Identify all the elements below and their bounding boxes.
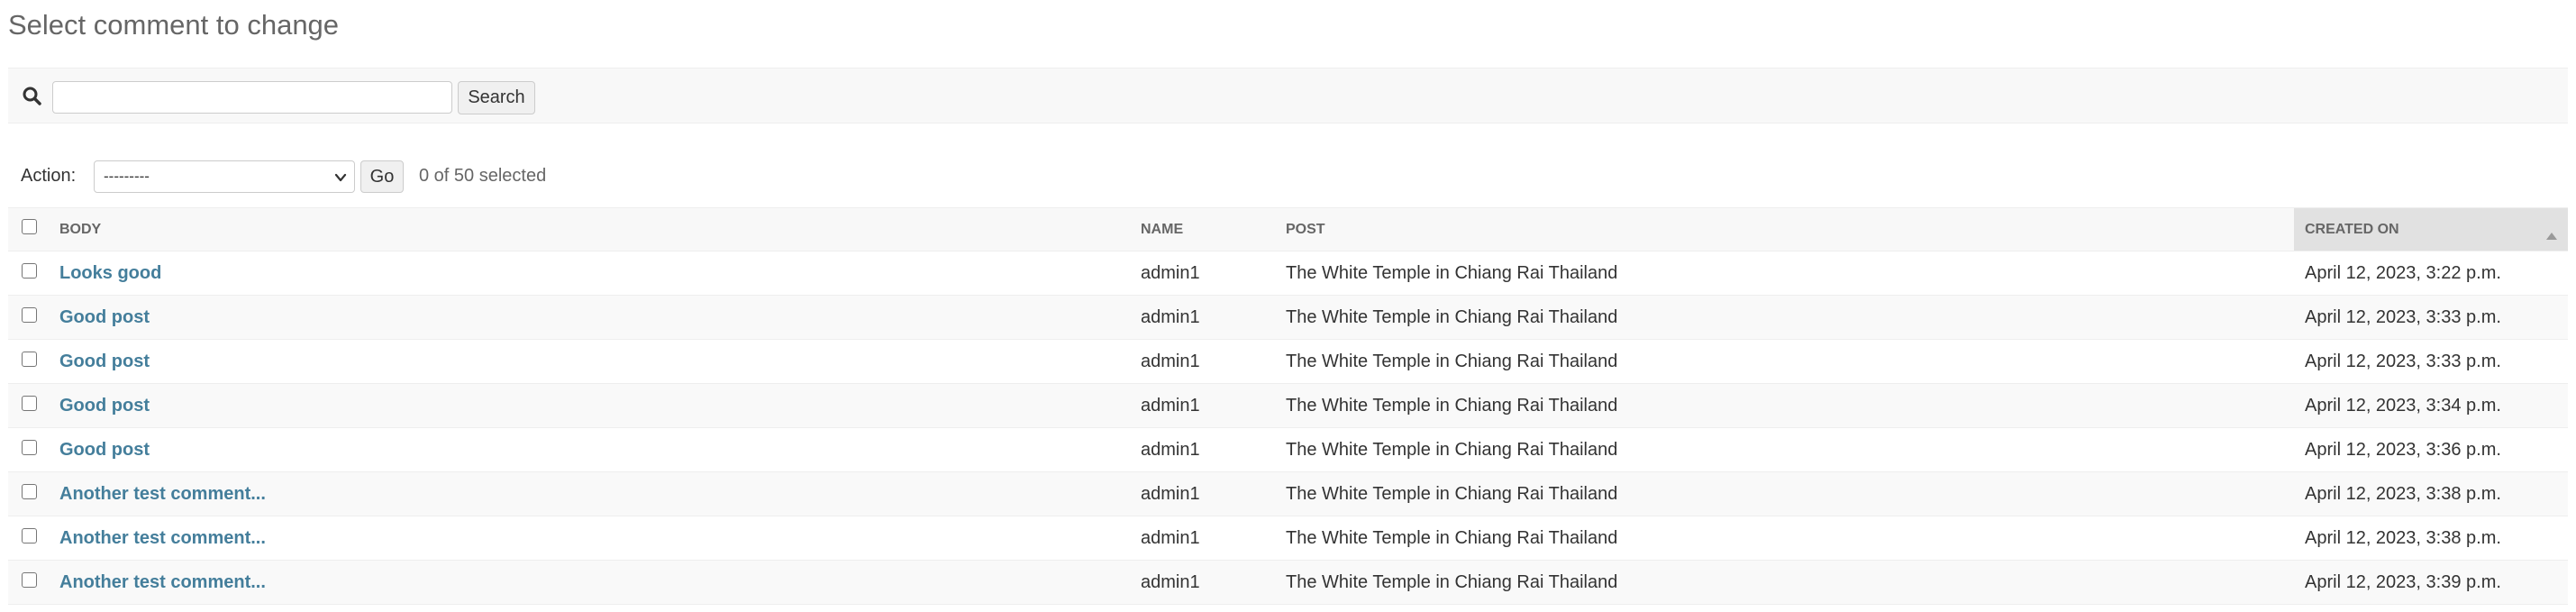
row-checkbox-cell (8, 471, 49, 516)
selection-counter: 0 of 50 selected (419, 166, 547, 186)
column-header-name-label: Name (1141, 221, 1184, 237)
created-on-cell: April 12, 2023, 3:38 p.m. (2294, 516, 2568, 561)
created-on-cell: April 12, 2023, 3:38 p.m. (2294, 471, 2568, 516)
column-header-post[interactable]: Post (1275, 207, 2294, 251)
go-button[interactable]: Go (360, 160, 404, 193)
name-cell: admin1 (1130, 339, 1275, 384)
post-cell: The White Temple in Chiang Rai Thailand (1275, 295, 2294, 340)
row-checkbox[interactable] (22, 262, 37, 279)
row-checkbox[interactable] (22, 527, 37, 543)
table-row: Good post admin1 The White Temple in Chi… (8, 427, 2568, 472)
body-cell: Another test comment... (49, 516, 1130, 561)
row-checkbox-cell (8, 383, 49, 428)
post-cell: The White Temple in Chiang Rai Thailand (1275, 251, 2294, 296)
select-all-cell (8, 207, 49, 251)
chevron-down-icon (333, 170, 348, 185)
row-checkbox-cell (8, 251, 49, 296)
comment-body-link[interactable]: Another test comment... (59, 572, 266, 592)
content-area: Select comment to change Search Action: … (0, 0, 2576, 612)
column-header-name[interactable]: Name (1130, 207, 1275, 251)
search-input[interactable] (52, 81, 452, 114)
comment-body-link[interactable]: Another test comment... (59, 528, 266, 548)
column-header-body-label: Body (59, 221, 102, 237)
row-checkbox-cell (8, 516, 49, 561)
comment-body-link[interactable]: Another test comment... (59, 484, 266, 504)
post-cell: The White Temple in Chiang Rai Thailand (1275, 516, 2294, 561)
comment-body-link[interactable]: Good post (59, 396, 150, 416)
table-row: Good post admin1 The White Temple in Chi… (8, 383, 2568, 428)
action-select[interactable]: --------- (94, 160, 355, 193)
body-cell: Good post (49, 383, 1130, 428)
table-row: Another test comment... admin1 The White… (8, 560, 2568, 605)
created-on-cell: April 12, 2023, 3:33 p.m. (2294, 295, 2568, 340)
action-label: Action: (21, 166, 77, 186)
comment-body-link[interactable]: Good post (59, 352, 150, 371)
body-cell: Another test comment... (49, 560, 1130, 605)
search-toolbar: Search (8, 68, 2568, 123)
post-cell: The White Temple in Chiang Rai Thailand (1275, 383, 2294, 428)
comment-body-link[interactable]: Good post (59, 440, 150, 460)
post-cell: The White Temple in Chiang Rai Thailand (1275, 339, 2294, 384)
row-checkbox-cell (8, 295, 49, 340)
post-cell: The White Temple in Chiang Rai Thailand (1275, 471, 2294, 516)
name-cell: admin1 (1130, 427, 1275, 472)
column-header-body[interactable]: Body (49, 207, 1130, 251)
row-checkbox[interactable] (22, 571, 37, 588)
name-cell: admin1 (1130, 383, 1275, 428)
column-header-created-on-label: Created on (2305, 221, 2399, 237)
search-button[interactable]: Search (458, 81, 535, 114)
table-row: Another test comment... admin1 The White… (8, 516, 2568, 561)
row-checkbox-cell (8, 427, 49, 472)
name-cell: admin1 (1130, 471, 1275, 516)
table-row: Good post admin1 The White Temple in Chi… (8, 295, 2568, 340)
body-cell: Good post (49, 339, 1130, 384)
created-on-cell: April 12, 2023, 3:33 p.m. (2294, 339, 2568, 384)
name-cell: admin1 (1130, 295, 1275, 340)
row-checkbox[interactable] (22, 483, 37, 499)
results-table: Body Name Post Created on Looks (8, 207, 2568, 605)
row-checkbox[interactable] (22, 351, 37, 367)
actions-bar: Action: --------- Go 0 of 50 selected (8, 158, 909, 196)
table-row: Another test comment... admin1 The White… (8, 471, 2568, 516)
sort-ascending-icon[interactable] (2546, 228, 2557, 240)
body-cell: Good post (49, 427, 1130, 472)
row-checkbox-cell (8, 339, 49, 384)
name-cell: admin1 (1130, 516, 1275, 561)
table-row: Looks good admin1 The White Temple in Ch… (8, 251, 2568, 296)
name-cell: admin1 (1130, 560, 1275, 605)
row-checkbox[interactable] (22, 439, 37, 455)
created-on-cell: April 12, 2023, 3:22 p.m. (2294, 251, 2568, 296)
page-title: Select comment to change (8, 9, 340, 41)
post-cell: The White Temple in Chiang Rai Thailand (1275, 427, 2294, 472)
row-checkbox[interactable] (22, 306, 37, 323)
column-header-post-label: Post (1286, 221, 1325, 237)
action-select-value: --------- (104, 168, 150, 185)
body-cell: Good post (49, 295, 1130, 340)
name-cell: admin1 (1130, 251, 1275, 296)
column-header-created-on[interactable]: Created on (2294, 207, 2568, 251)
body-cell: Another test comment... (49, 471, 1130, 516)
post-cell: The White Temple in Chiang Rai Thailand (1275, 560, 2294, 605)
row-checkbox[interactable] (22, 395, 37, 411)
comment-body-link[interactable]: Good post (59, 307, 150, 327)
table-row: Good post admin1 The White Temple in Chi… (8, 339, 2568, 384)
created-on-cell: April 12, 2023, 3:36 p.m. (2294, 427, 2568, 472)
select-all-checkbox[interactable] (22, 218, 37, 234)
table-header-row: Body Name Post Created on (8, 207, 2568, 251)
created-on-cell: April 12, 2023, 3:39 p.m. (2294, 560, 2568, 605)
row-checkbox-cell (8, 560, 49, 605)
created-on-cell: April 12, 2023, 3:34 p.m. (2294, 383, 2568, 428)
comment-body-link[interactable]: Looks good (59, 263, 161, 283)
body-cell: Looks good (49, 251, 1130, 296)
search-icon (21, 85, 44, 108)
